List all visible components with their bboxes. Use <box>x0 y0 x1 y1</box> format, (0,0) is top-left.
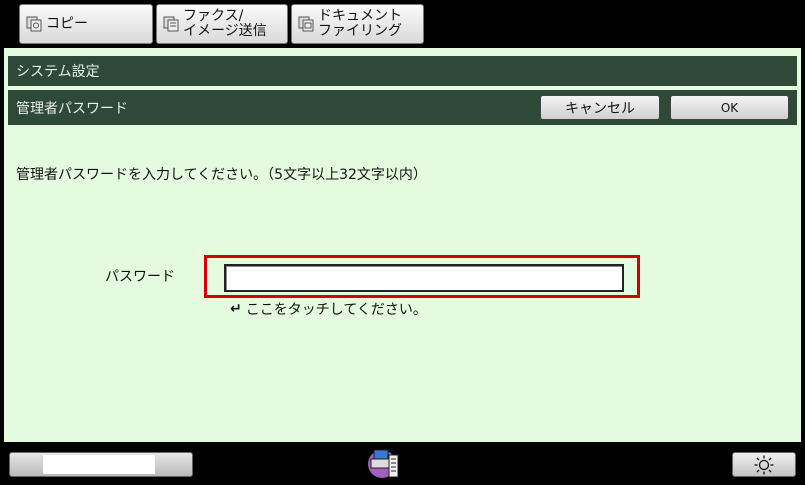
tab-fax-image-send[interactable]: ファクス/ イメージ送信 <box>156 4 288 44</box>
touch-hint-text: ここをタッチしてください。 <box>245 302 427 318</box>
tab-fax-label-line1: ファクス/ <box>183 8 244 24</box>
brightness-button[interactable] <box>732 452 796 477</box>
return-arrow-icon: ↵ <box>230 301 242 317</box>
tab-copy-label: コピー <box>46 16 88 32</box>
brightness-icon <box>754 455 774 474</box>
tab-doc-label-line1: ドキュメント <box>318 8 402 24</box>
cancel-button[interactable]: キャンセル <box>540 95 660 120</box>
tab-fax-label-line2: イメージ送信 <box>183 23 267 39</box>
document-filing-icon <box>298 16 314 32</box>
section-title: システム設定 <box>16 64 100 80</box>
page-title: 管理者パスワード <box>16 100 128 117</box>
job-status-area[interactable] <box>9 452 193 477</box>
password-field[interactable] <box>224 264 624 292</box>
tab-doc-label-line2: ファイリング <box>318 23 402 39</box>
tab-copy[interactable]: コピー <box>19 4 153 44</box>
status-display <box>43 455 155 474</box>
job-status-icon[interactable] <box>366 447 402 480</box>
main-panel: システム設定 管理者パスワード キャンセル OK 管理者パスワードを入力してくだ… <box>4 48 801 442</box>
instruction-text: 管理者パスワードを入力してください。（5文字以上32文字以内） <box>16 167 427 183</box>
fax-icon <box>163 16 179 32</box>
ok-button[interactable]: OK <box>670 95 789 120</box>
password-label: パスワード <box>105 269 175 285</box>
touch-hint: ↵ ここをタッチしてください。 <box>230 299 427 319</box>
copy-icon <box>26 16 42 32</box>
tab-document-filing[interactable]: ドキュメント ファイリング <box>291 4 424 44</box>
section-title-bar: システム設定 <box>8 56 797 86</box>
